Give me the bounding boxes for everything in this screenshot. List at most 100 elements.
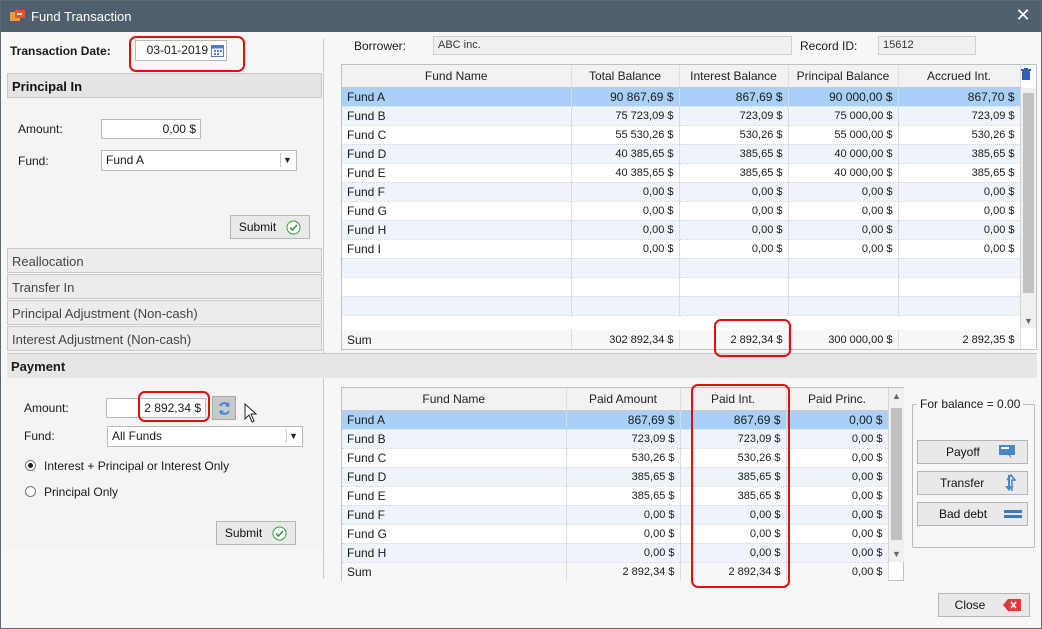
radio-interest-principal[interactable] [25,460,36,471]
amount-cell: 385,65 $ [680,486,787,506]
scroll-up-icon[interactable]: ▲ [889,391,904,401]
radio-principal-only-label[interactable]: Principal Only [44,485,118,499]
scroll-down-icon[interactable]: ▼ [889,549,904,559]
scroll-down-icon[interactable]: ▼ [1021,316,1036,326]
table-row[interactable]: Fund B 75 723,09 $723,09 $75 000,00 $723,… [342,106,1021,126]
amount-cell: 40 000,00 $ [788,163,899,183]
table-row[interactable]: Fund F 0,00 $0,00 $0,00 $ [342,505,889,525]
table-row[interactable]: Fund A 867,69 $867,69 $0,00 $ [342,410,889,430]
payment-amount-input[interactable]: 2 892,34 $ [106,398,206,418]
title-bar: Fund Transaction ✕ [1,1,1041,32]
section-payment[interactable]: Payment [11,359,65,374]
sum-cell: 300 000,00 $ [788,330,899,349]
table-row[interactable]: Fund E 40 385,65 $385,65 $40 000,00 $385,… [342,163,1021,183]
amount-cell: 0,00 $ [786,543,889,563]
amount-cell: 0,00 $ [786,486,889,506]
amount-cell: 55 530,26 $ [571,125,680,145]
payments-scrollbar[interactable]: ▲ ▼ [888,388,904,562]
trash-icon[interactable] [1021,68,1031,80]
section-reallocation[interactable]: Reallocation [7,248,322,273]
amount-cell: 0,00 $ [786,410,889,430]
amount-cell: 0,00 $ [571,220,680,240]
amount-cell: 385,65 $ [680,467,787,487]
sum-cell: 302 892,34 $ [571,330,680,349]
payments-header-row: Fund Name Paid Amount Paid Int. Paid Princ. [342,388,889,411]
section-principal-in[interactable]: Principal In [7,73,322,98]
table-row[interactable]: Fund G 0,00 $0,00 $0,00 $0,00 $ [342,201,1021,221]
amount-cell: 867,69 $ [566,410,681,430]
scroll-thumb[interactable] [1023,93,1034,293]
table-row[interactable]: Fund F 0,00 $0,00 $0,00 $0,00 $ [342,182,1021,202]
amount-cell: 385,65 $ [679,144,789,164]
payment-fund-select[interactable]: All Funds ▼ [107,426,303,447]
fund-name-cell: Fund B [342,106,572,126]
empty-row [342,277,1021,297]
empty-cell [342,277,572,297]
table-row[interactable]: Fund D 385,65 $385,65 $0,00 $ [342,467,889,487]
table-row[interactable]: Fund A 90 867,69 $867,69 $90 000,00 $867,… [342,87,1021,107]
table-row[interactable]: Fund B 723,09 $723,09 $0,00 $ [342,429,889,449]
empty-cell [571,258,680,278]
record-id-field: 15612 [878,36,976,55]
payoff-button[interactable]: Payoff [917,440,1028,464]
chevron-down-icon: ▼ [280,153,294,167]
column-header: Paid Amount [566,388,681,411]
section-transfer-in[interactable]: Transfer In [7,274,322,299]
fund-name-cell: Fund A [342,87,572,107]
table-row[interactable]: Fund C 530,26 $530,26 $0,00 $ [342,448,889,468]
table-row[interactable]: Fund I 0,00 $0,00 $0,00 $0,00 $ [342,239,1021,259]
amount-cell: 867,70 $ [898,87,1021,107]
amount-cell: 0,00 $ [788,182,899,202]
transaction-date-field[interactable]: 03-01-2019 [135,40,227,61]
principal-submit-button[interactable]: Submit [230,215,310,239]
payments-table: Fund Name Paid Amount Paid Int. Paid Princ.… [342,388,889,581]
column-header: Interest Balance [679,65,789,88]
empty-cell [788,296,899,316]
radio-principal-only[interactable] [25,486,36,497]
table-row[interactable]: Fund H 0,00 $0,00 $0,00 $ [342,543,889,563]
refresh-button[interactable] [212,396,236,420]
calendar-icon[interactable] [211,44,224,57]
amount-cell: 0,00 $ [566,543,681,563]
close-window-icon[interactable]: ✕ [1013,5,1033,26]
borrower-label: Borrower: [354,39,407,53]
empty-cell [898,296,1021,316]
sum-cell: 2 892,34 $ [679,330,789,349]
column-header: Fund Name [342,65,572,88]
fund-name-cell: Fund B [342,429,567,449]
table-row[interactable]: Fund C 55 530,26 $530,26 $55 000,00 $530,… [342,125,1021,145]
bad-debt-button[interactable]: Bad debt [917,502,1028,526]
principal-fund-select[interactable]: Fund A ▼ [101,150,297,171]
payment-submit-button[interactable]: Submit [216,521,296,545]
sum-cell: 2 892,34 $ [680,562,787,581]
table-row[interactable]: Fund G 0,00 $0,00 $0,00 $ [342,524,889,544]
amount-cell: 0,00 $ [786,429,889,449]
fund-name-cell: Fund D [342,467,567,487]
column-header: Total Balance [571,65,680,88]
section-interest-adjustment[interactable]: Interest Adjustment (Non-cash) [7,326,322,351]
amount-cell: 0,00 $ [680,524,787,544]
mouse-cursor-icon [244,403,258,423]
table-row[interactable]: Fund H 0,00 $0,00 $0,00 $0,00 $ [342,220,1021,240]
chevron-down-icon: ▼ [286,429,300,443]
fund-name-cell: Fund F [342,505,567,525]
close-button[interactable]: Close [938,593,1030,617]
amount-cell: 385,65 $ [566,467,681,487]
principal-amount-input[interactable]: 0,00 $ [101,119,201,139]
amount-cell: 723,09 $ [898,106,1021,126]
borrower-field: ABC inc. [433,36,792,55]
amount-cell: 0,00 $ [571,182,680,202]
table-row[interactable]: Fund E 385,65 $385,65 $0,00 $ [342,486,889,506]
empty-cell [679,296,789,316]
empty-cell [571,277,680,297]
column-header: Paid Princ. [786,388,889,411]
balances-scrollbar[interactable]: ▼ [1020,88,1036,328]
section-principal-adjustment[interactable]: Principal Adjustment (Non-cash) [7,300,322,325]
transfer-button[interactable]: Transfer [917,471,1028,495]
scroll-thumb[interactable] [891,408,902,540]
amount-cell: 0,00 $ [898,239,1021,259]
empty-cell [898,258,1021,278]
table-row[interactable]: Fund D 40 385,65 $385,65 $40 000,00 $385,… [342,144,1021,164]
radio-interest-principal-label[interactable]: Interest + Principal or Interest Only [44,459,229,473]
empty-cell [788,258,899,278]
